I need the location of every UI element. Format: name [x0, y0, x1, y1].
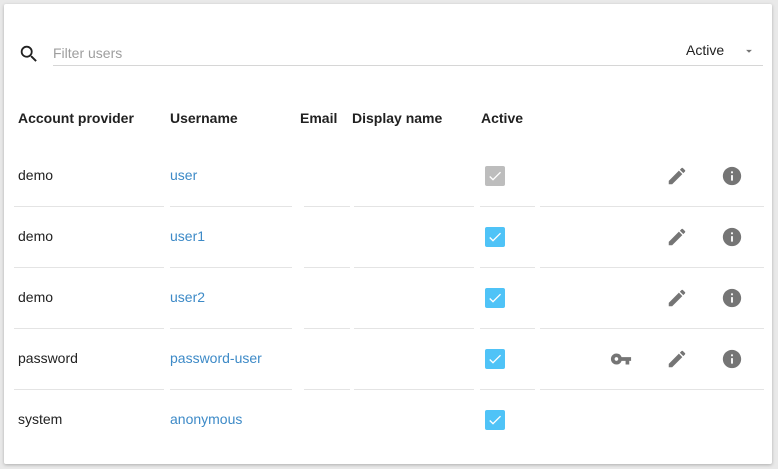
cell-account-provider: system — [18, 411, 63, 427]
table-row: demo user — [14, 146, 764, 207]
header-active: Active — [481, 110, 524, 126]
filter-field — [53, 38, 763, 66]
username-link[interactable]: user2 — [170, 289, 205, 305]
header-username: Username — [170, 110, 238, 126]
table-row: demo user2 — [14, 268, 764, 329]
checkmark-icon — [489, 354, 501, 364]
filter-users-input[interactable] — [53, 42, 613, 64]
user-info-button[interactable] — [721, 226, 743, 248]
pencil-icon — [668, 167, 686, 185]
active-checkbox[interactable] — [485, 349, 505, 369]
user-info-button[interactable] — [721, 287, 743, 309]
users-panel: Active Account provider Username Email D… — [4, 4, 772, 464]
pencil-icon — [668, 289, 686, 307]
cell-account-provider: password — [18, 350, 78, 366]
user-info-button[interactable] — [721, 165, 743, 187]
active-checkbox[interactable] — [485, 227, 505, 247]
status-filter-value: Active — [686, 42, 725, 58]
username-link[interactable]: user1 — [170, 228, 205, 244]
dropdown-arrow-icon — [746, 49, 752, 53]
status-filter-select[interactable]: Active — [686, 42, 756, 62]
table-row: password password-user — [14, 329, 764, 390]
info-icon — [722, 227, 742, 247]
pencil-icon — [668, 228, 686, 246]
active-checkbox[interactable] — [485, 288, 505, 308]
cell-account-provider: demo — [18, 167, 54, 183]
edit-user-button[interactable] — [666, 165, 688, 187]
info-icon — [722, 166, 742, 186]
change-password-button[interactable] — [610, 348, 632, 370]
active-checkbox[interactable] — [485, 410, 505, 430]
checkmark-icon — [489, 232, 501, 242]
username-link[interactable]: user — [170, 167, 197, 183]
table-row: demo user1 — [14, 207, 764, 268]
cell-account-provider: demo — [18, 228, 54, 244]
active-checkbox — [485, 166, 505, 186]
checkmark-icon — [489, 293, 501, 303]
edit-user-button[interactable] — [666, 348, 688, 370]
edit-user-button[interactable] — [666, 287, 688, 309]
header-email: Email — [300, 110, 338, 126]
checkmark-icon — [489, 171, 501, 181]
table-row: system anonymous — [14, 390, 764, 451]
user-info-button[interactable] — [721, 348, 743, 370]
key-icon — [610, 353, 632, 365]
info-icon — [722, 349, 742, 369]
pencil-icon — [668, 350, 686, 368]
info-icon — [722, 288, 742, 308]
cell-account-provider: demo — [18, 289, 54, 305]
edit-user-button[interactable] — [666, 226, 688, 248]
username-link[interactable]: password-user — [170, 350, 262, 366]
header-account-provider: Account provider — [18, 110, 134, 126]
username-link[interactable]: anonymous — [170, 411, 242, 427]
search-icon — [20, 45, 37, 62]
checkmark-icon — [489, 415, 501, 425]
header-display-name: Display name — [352, 110, 443, 126]
